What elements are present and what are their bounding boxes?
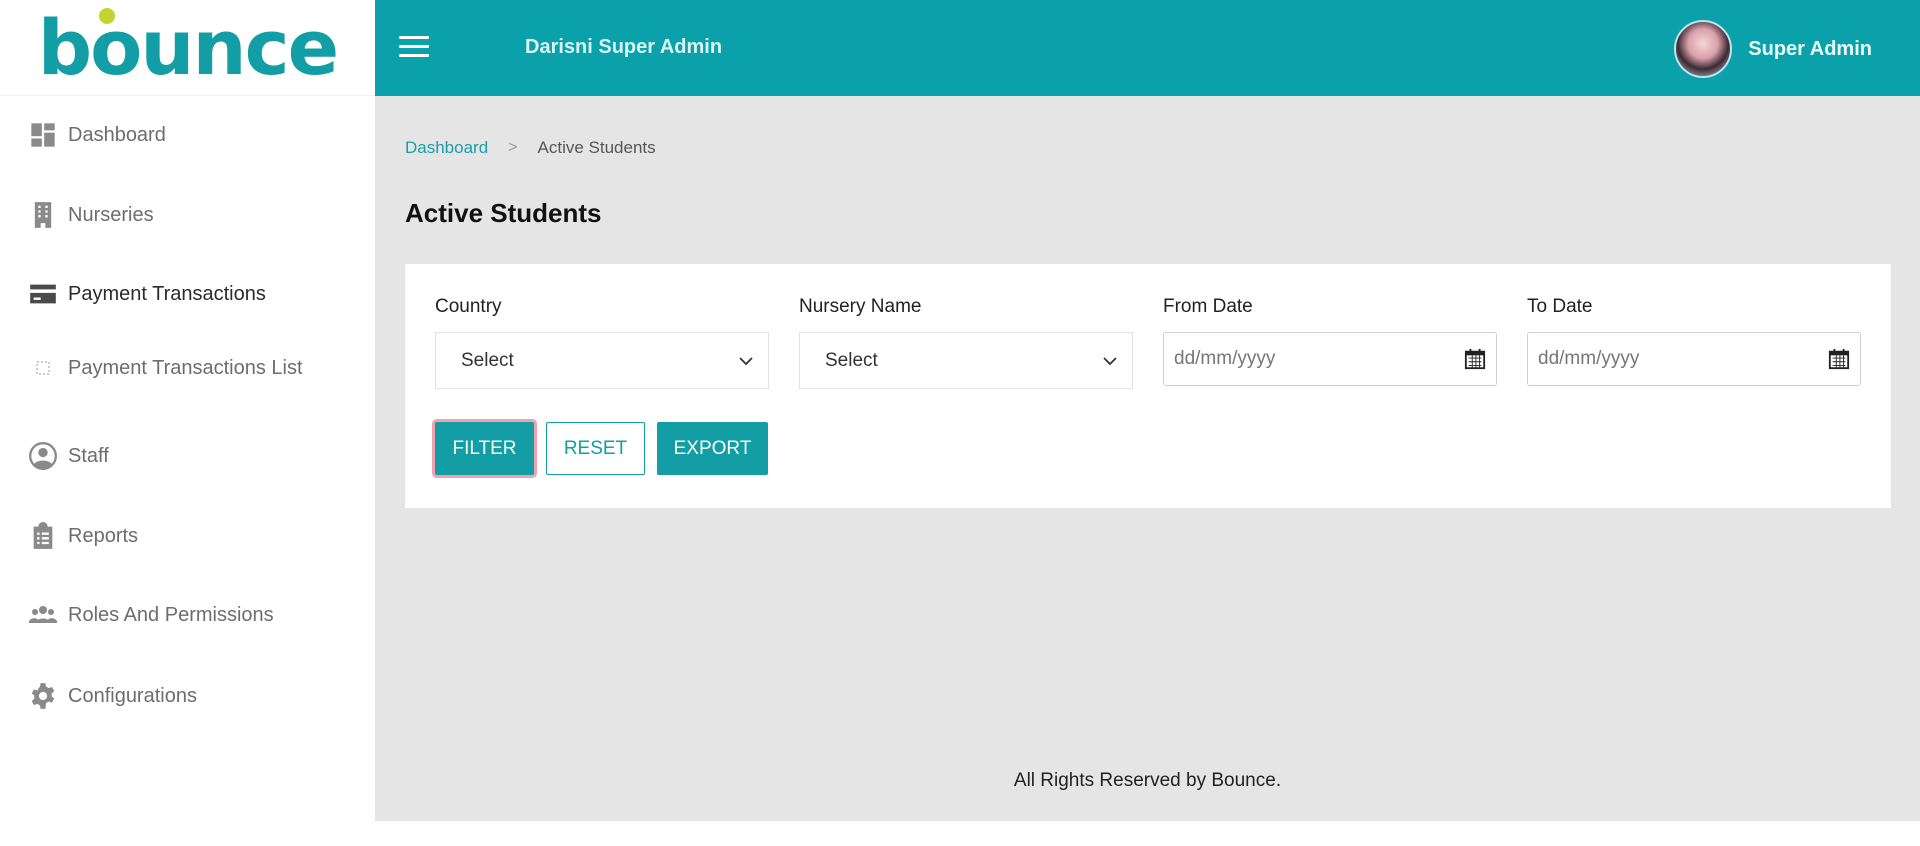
from-date-input[interactable]: dd/mm/yyyy	[1163, 332, 1497, 386]
breadcrumb: Dashboard > Active Students	[405, 138, 656, 158]
sidebar-item-configurations[interactable]: Configurations	[28, 681, 197, 711]
export-button[interactable]: EXPORT	[657, 422, 768, 475]
from-date-label: From Date	[1163, 296, 1253, 317]
page-title: Active Students	[405, 198, 602, 228]
reset-button[interactable]: RESET	[546, 422, 645, 475]
building-icon	[28, 200, 58, 230]
nursery-field: Nursery Name Select	[799, 296, 1133, 389]
from-date-field: From Date dd/mm/yyyy	[1163, 296, 1497, 386]
chevron-down-icon	[1103, 356, 1117, 365]
hamburger-menu-icon[interactable]	[399, 36, 429, 60]
gear-icon	[28, 681, 58, 711]
filter-button[interactable]: FILTER	[435, 422, 534, 475]
sidebar-item-label: Payment Transactions	[68, 282, 266, 305]
to-date-label: To Date	[1527, 296, 1593, 317]
sidebar-item-staff[interactable]: Staff	[28, 441, 109, 471]
nursery-select-value: Select	[825, 349, 878, 371]
users-icon	[28, 600, 58, 630]
header-title: Darisni Super Admin	[525, 36, 723, 58]
chevron-down-icon	[739, 356, 753, 365]
nursery-select[interactable]: Select	[799, 332, 1133, 389]
avatar[interactable]	[1674, 20, 1733, 78]
country-select-value: Select	[461, 349, 514, 371]
main-content: Dashboard > Active Students Active Stude…	[375, 96, 1920, 821]
filter-card: Country Select Nursery Name Select From …	[405, 264, 1891, 508]
calendar-icon[interactable]	[1828, 348, 1850, 370]
country-label: Country	[435, 296, 502, 317]
sidebar-item-dashboard[interactable]: Dashboard	[28, 120, 166, 150]
to-date-field: To Date dd/mm/yyyy	[1527, 296, 1861, 386]
user-menu[interactable]: Super Admin	[1674, 20, 1872, 78]
logo-dot-icon	[98, 7, 115, 24]
to-date-placeholder: dd/mm/yyyy	[1538, 348, 1640, 369]
from-date-placeholder: dd/mm/yyyy	[1174, 348, 1276, 369]
sidebar-item-roles-and-permissions[interactable]: Roles And Permissions	[28, 600, 274, 630]
credit-card-icon	[28, 279, 58, 309]
user-name: Super Admin	[1748, 37, 1872, 60]
sidebar-item-reports[interactable]: Reports	[28, 521, 138, 551]
sidebar-item-label: Dashboard	[68, 123, 166, 146]
nursery-label: Nursery Name	[799, 296, 922, 317]
sidebar: bounce Dashboard Nurseries Payment Trans…	[0, 0, 375, 846]
breadcrumb-current: Active Students	[537, 138, 656, 157]
sidebar-item-label: Roles And Permissions	[68, 603, 274, 626]
breadcrumb-home-link[interactable]: Dashboard	[405, 138, 488, 158]
logo-container: bounce	[0, 0, 375, 96]
footer-text: All Rights Reserved by Bounce.	[1013, 770, 1282, 791]
sidebar-item-payment-transactions-list[interactable]: Payment Transactions List	[28, 353, 303, 383]
user-circle-icon	[28, 441, 58, 471]
sidebar-item-label: Payment Transactions List	[68, 356, 303, 379]
bounce-logo[interactable]: bounce	[38, 7, 339, 86]
square-outline-icon	[28, 353, 58, 383]
sidebar-item-label: Staff	[68, 444, 109, 467]
sidebar-item-label: Reports	[68, 524, 139, 547]
to-date-input[interactable]: dd/mm/yyyy	[1527, 332, 1861, 386]
clipboard-icon	[28, 521, 58, 551]
top-header: Darisni Super Admin Super Admin	[375, 0, 1920, 96]
country-field: Country Select	[435, 296, 769, 389]
country-select[interactable]: Select	[435, 332, 769, 389]
sidebar-item-nurseries[interactable]: Nurseries	[28, 200, 154, 230]
sidebar-item-label: Nurseries	[68, 203, 154, 226]
sidebar-item-payment-transactions[interactable]: Payment Transactions	[28, 279, 266, 309]
dashboard-icon	[28, 120, 58, 150]
calendar-icon[interactable]	[1464, 348, 1486, 370]
sidebar-item-label: Configurations	[68, 684, 197, 707]
breadcrumb-separator-icon: >	[508, 139, 518, 156]
